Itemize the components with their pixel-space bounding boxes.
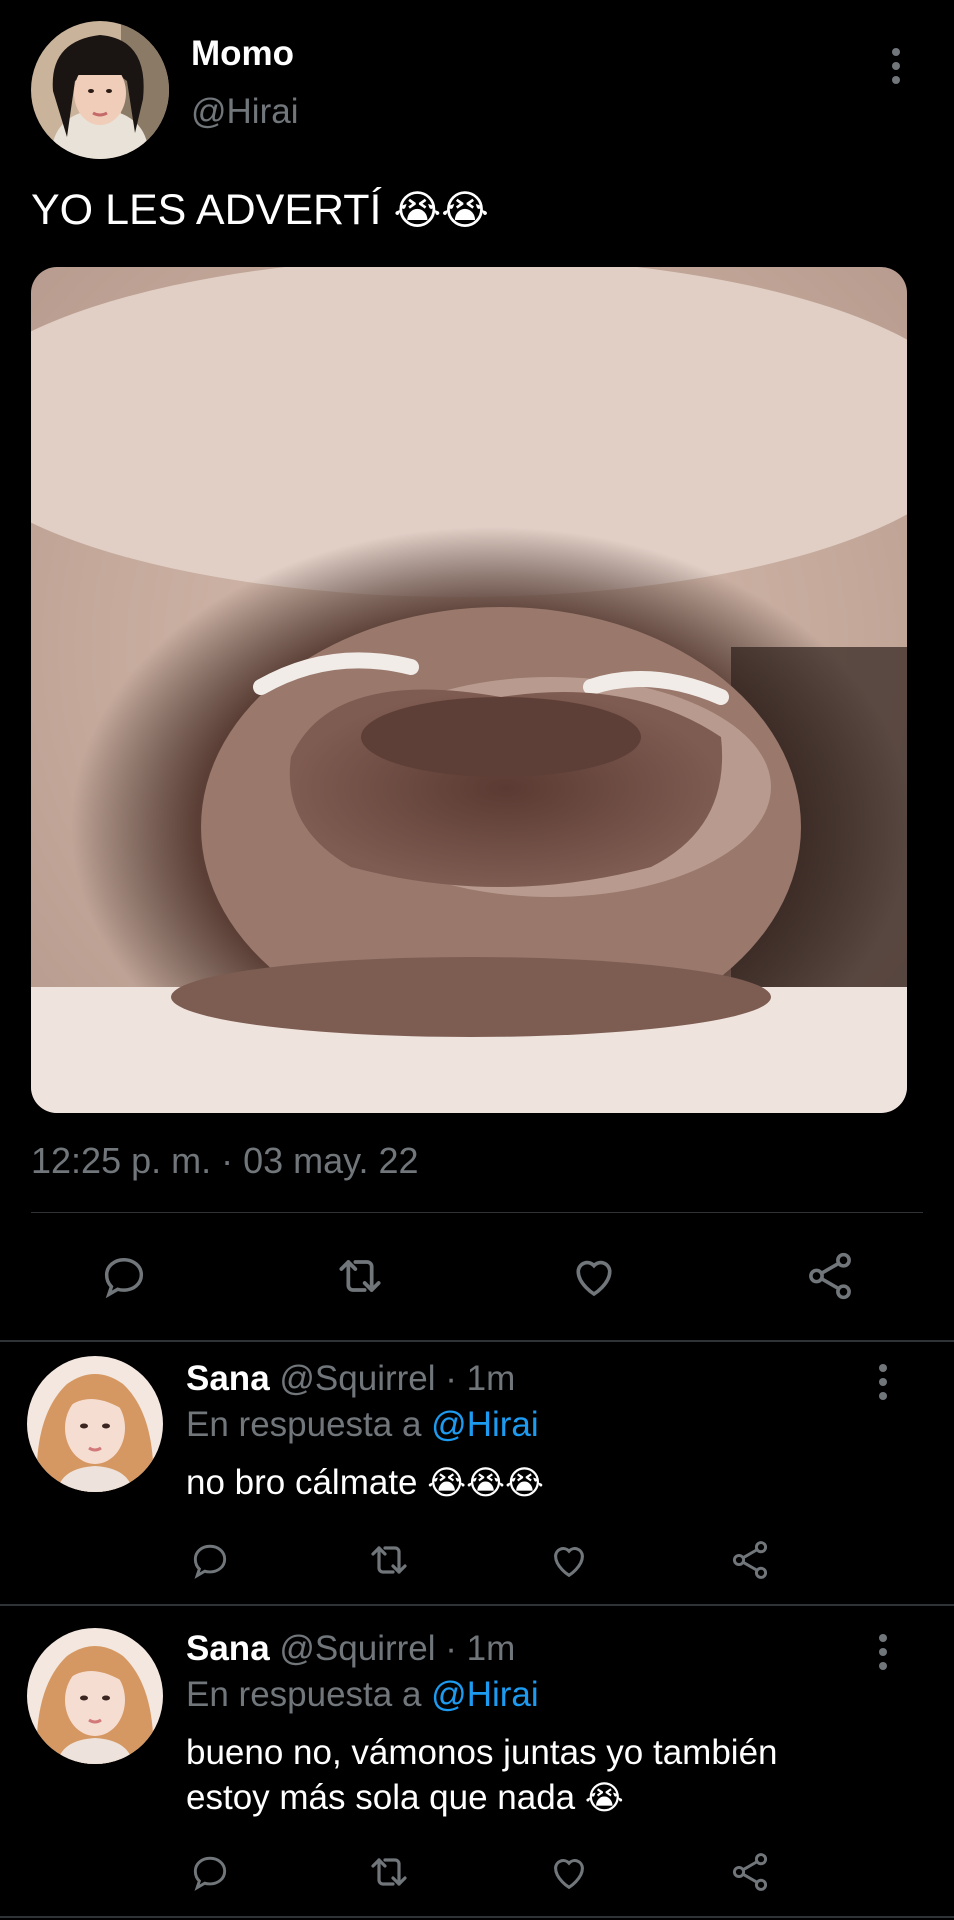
retweet-icon (339, 1260, 381, 1292)
replying-to-prefix: En respuesta a (186, 1405, 422, 1444)
replying-to: En respuesta a @Hirai (186, 1402, 539, 1448)
more-dot-icon (879, 1648, 887, 1656)
share-button[interactable] (720, 1842, 780, 1902)
retweet-button[interactable] (324, 1240, 396, 1312)
main-tweet: Momo @Hirai YO LES ADVERTÍ 😭😭 12:25 p. m… (0, 0, 954, 1340)
meta-separator: · (445, 1359, 457, 1398)
tweet-text-body: YO LES ADVERTÍ (31, 186, 382, 234)
like-button[interactable] (539, 1530, 599, 1590)
retweet-button[interactable] (359, 1530, 419, 1590)
reply-icon (193, 1544, 227, 1579)
author-name[interactable]: Momo (191, 30, 294, 78)
reply-text: no bro cálmate 😭😭😭 (186, 1460, 886, 1505)
share-icon (732, 1853, 768, 1891)
reply-header: Sana @Squirrel · 1m (186, 1356, 515, 1402)
retweet-icon (371, 1546, 407, 1574)
reply-author-handle[interactable]: @Squirrel (279, 1359, 435, 1398)
share-icon (732, 1541, 768, 1579)
like-icon (554, 1859, 584, 1890)
reply-author-avatar[interactable] (27, 1356, 163, 1492)
reply-author-name[interactable]: Sana (186, 1359, 270, 1398)
more-dot-icon (892, 48, 900, 56)
retweet-button[interactable] (359, 1842, 419, 1902)
reply-author-name[interactable]: Sana (186, 1629, 270, 1668)
meta-separator: · (445, 1629, 457, 1668)
like-button[interactable] (539, 1842, 599, 1902)
replying-to: En respuesta a @Hirai (186, 1672, 539, 1718)
reply-text: bueno no, vámonos juntas yo también esto… (186, 1730, 846, 1820)
tweet-actions (0, 1240, 954, 1312)
share-button[interactable] (720, 1530, 780, 1590)
reply-header: Sana @Squirrel · 1m (186, 1626, 515, 1672)
divider (31, 1212, 923, 1213)
retweet-icon (371, 1858, 407, 1886)
like-button[interactable] (558, 1240, 630, 1312)
author-avatar[interactable] (31, 21, 169, 159)
reply-icon (104, 1258, 144, 1299)
like-icon (576, 1260, 612, 1297)
reply-button[interactable] (88, 1240, 160, 1312)
reply-author-handle[interactable]: @Squirrel (279, 1629, 435, 1668)
divider (0, 1916, 954, 1918)
reply-author-avatar[interactable] (27, 1628, 163, 1764)
reply-time[interactable]: 1m (467, 1629, 516, 1668)
reply-icon (193, 1856, 227, 1891)
reply-tweet[interactable]: Sana @Squirrel · 1m En respuesta a @Hira… (0, 1606, 954, 1916)
like-icon (554, 1547, 584, 1578)
more-dot-icon (892, 76, 900, 84)
reply-actions (0, 1842, 954, 1902)
share-button[interactable] (794, 1240, 866, 1312)
tweet-thread-page: Momo @Hirai YO LES ADVERTÍ 😭😭 12:25 p. m… (0, 0, 954, 1920)
author-handle[interactable]: @Hirai (191, 88, 298, 136)
tweet-timestamp[interactable]: 12:25 p. m. · 03 may. 22 (31, 1136, 419, 1186)
reply-actions (0, 1530, 954, 1590)
reply-more-options-button[interactable] (868, 1360, 898, 1404)
more-dot-icon (879, 1364, 887, 1372)
replying-to-prefix: En respuesta a (186, 1675, 422, 1714)
more-dot-icon (892, 62, 900, 70)
replying-to-mention[interactable]: @Hirai (431, 1675, 538, 1714)
more-dot-icon (879, 1378, 887, 1386)
reply-button[interactable] (180, 1842, 240, 1902)
more-dot-icon (879, 1634, 887, 1642)
reply-more-options-button[interactable] (868, 1630, 898, 1674)
reply-text-body: bueno no, vámonos juntas yo también esto… (186, 1733, 778, 1817)
share-icon (809, 1252, 851, 1300)
reply-tweet[interactable]: Sana @Squirrel · 1m En respuesta a @Hira… (0, 1342, 954, 1604)
more-dot-icon (879, 1662, 887, 1670)
crying-emoji: 😭😭😭 (427, 1463, 544, 1502)
more-options-button[interactable] (881, 44, 911, 88)
crying-emoji: 😭😭 (393, 186, 489, 234)
reply-text-body: no bro cálmate (186, 1463, 418, 1502)
crying-emoji: 😭 (584, 1778, 624, 1817)
replying-to-mention[interactable]: @Hirai (431, 1405, 538, 1444)
tweet-media-image[interactable] (31, 267, 907, 1113)
reply-button[interactable] (180, 1530, 240, 1590)
more-dot-icon (879, 1392, 887, 1400)
tweet-text: YO LES ADVERTÍ 😭😭 (31, 180, 489, 240)
reply-time[interactable]: 1m (467, 1359, 516, 1398)
